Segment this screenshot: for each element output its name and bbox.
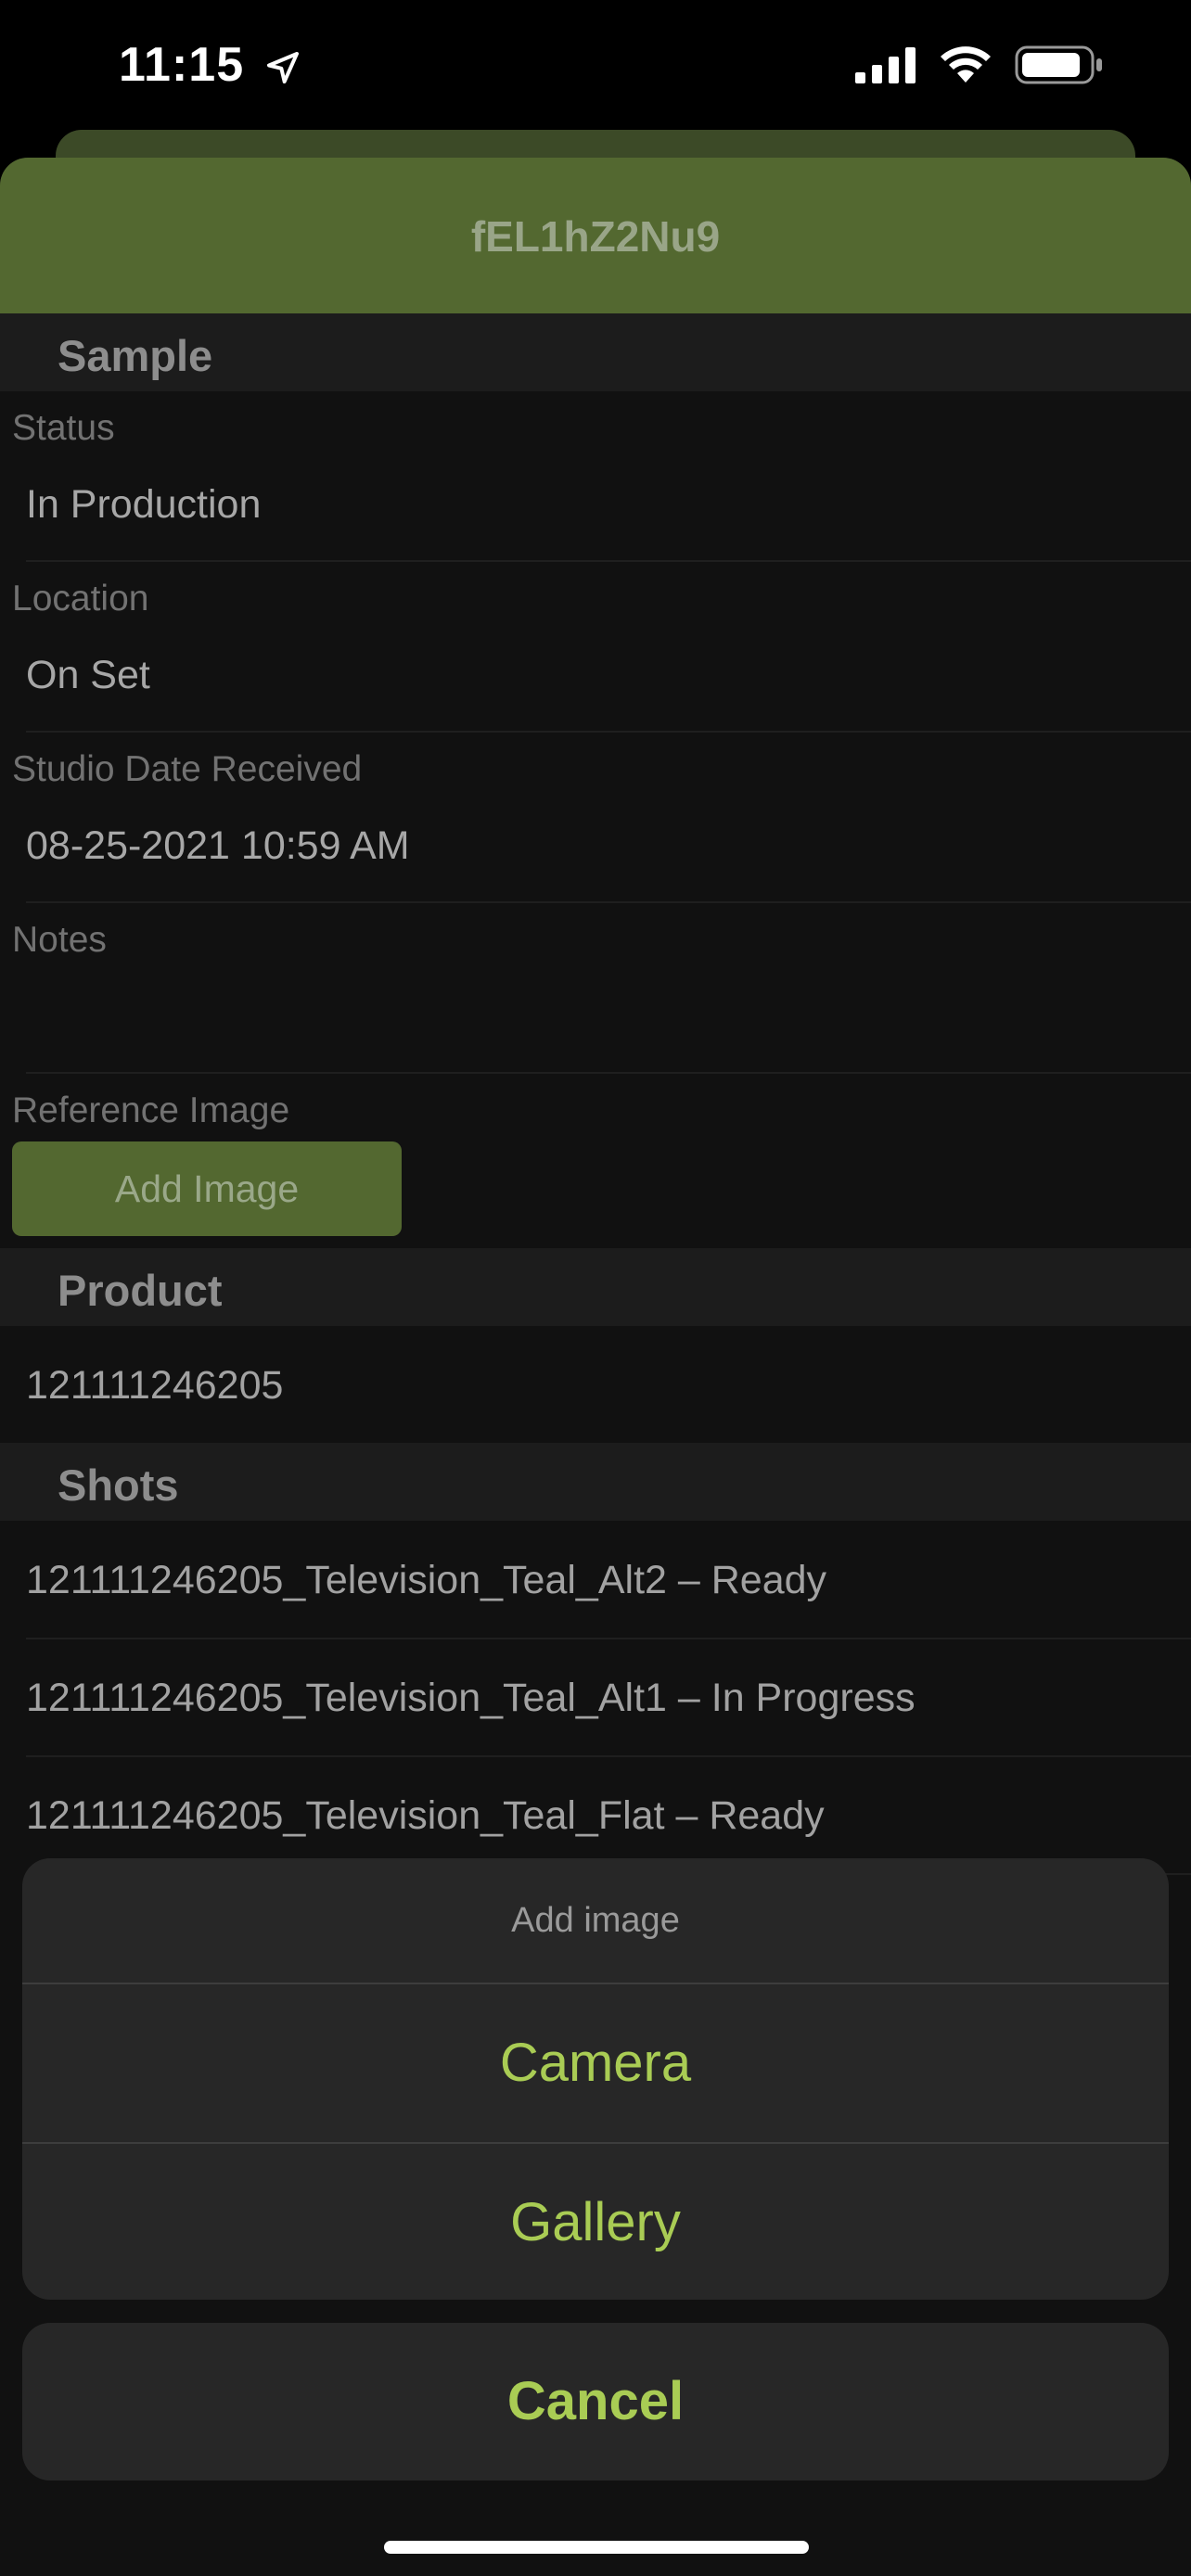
- status-time: 11:15: [119, 37, 301, 93]
- section-header-shots: Shots: [0, 1443, 1191, 1521]
- location-value[interactable]: On Set: [26, 653, 150, 698]
- divider: [26, 1638, 1191, 1639]
- shot-item[interactable]: 121111246205_Television_Teal_Alt2 – Read…: [26, 1558, 826, 1603]
- cancel-button[interactable]: Cancel: [22, 2323, 1169, 2480]
- battery-icon: [1015, 45, 1102, 84]
- camera-option[interactable]: Camera: [22, 1984, 1169, 2142]
- section-title: Product: [58, 1266, 223, 1315]
- status-time-text: 11:15: [119, 38, 245, 92]
- add-image-button[interactable]: Add Image: [12, 1141, 402, 1236]
- date-received-label: Studio Date Received: [12, 749, 363, 789]
- divider: [26, 901, 1191, 903]
- location-label: Location: [12, 579, 149, 618]
- product-item[interactable]: 121111246205: [26, 1363, 283, 1409]
- home-indicator[interactable]: [384, 2541, 809, 2554]
- notes-label: Notes: [12, 920, 107, 960]
- date-received-value[interactable]: 08-25-2021 10:59 AM: [26, 823, 410, 869]
- page-title: fEL1hZ2Nu9: [470, 212, 721, 261]
- section-header-product: Product: [0, 1248, 1191, 1326]
- status-indicators: [855, 45, 1104, 85]
- sheet-header: fEL1hZ2Nu9: [0, 158, 1191, 313]
- section-header-sample: Sample: [0, 313, 1191, 391]
- divider: [26, 1755, 1191, 1757]
- divider: [26, 731, 1191, 733]
- divider: [26, 560, 1191, 562]
- gallery-option[interactable]: Gallery: [22, 2144, 1169, 2300]
- add-image-action-sheet: Add image Camera Gallery: [22, 1858, 1169, 2300]
- section-title: Shots: [58, 1460, 179, 1510]
- reference-image-label: Reference Image: [12, 1090, 290, 1130]
- divider: [26, 1072, 1191, 1074]
- section-title: Sample: [58, 331, 213, 380]
- cellular-signal-icon: [855, 47, 916, 83]
- shot-item[interactable]: 121111246205_Television_Teal_Flat – Read…: [26, 1793, 825, 1839]
- status-value[interactable]: In Production: [26, 482, 261, 528]
- notes-field[interactable]: [26, 992, 1139, 1057]
- wifi-icon: [941, 46, 991, 83]
- status-label: Status: [12, 408, 115, 448]
- location-arrow-icon: [266, 52, 299, 84]
- action-sheet-title: Add image: [511, 1901, 680, 1940]
- shot-item[interactable]: 121111246205_Television_Teal_Alt1 – In P…: [26, 1676, 916, 1721]
